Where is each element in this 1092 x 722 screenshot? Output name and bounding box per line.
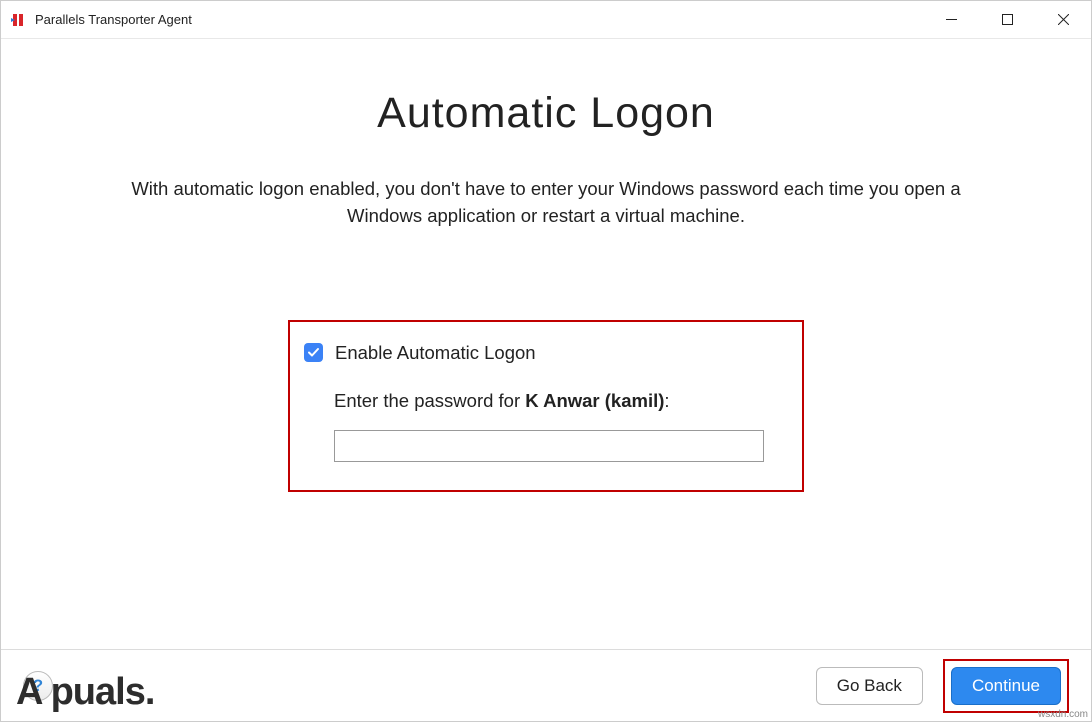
titlebar-left: Parallels Transporter Agent	[11, 12, 192, 28]
brand-watermark: A puals.	[16, 671, 154, 714]
password-prompt-user: K Anwar (kamil)	[525, 390, 664, 411]
password-input[interactable]	[334, 430, 764, 462]
window-controls	[923, 1, 1091, 38]
app-window: Parallels Transporter Agent Automatic Lo…	[0, 0, 1092, 722]
footer-right: Go Back Continue	[816, 659, 1069, 713]
checkbox-row: Enable Automatic Logon	[304, 342, 788, 364]
maximize-button[interactable]	[979, 1, 1035, 38]
app-icon	[11, 12, 27, 28]
continue-button[interactable]: Continue	[951, 667, 1061, 705]
site-watermark: wsxdn.com	[1038, 709, 1088, 720]
password-prompt-prefix: Enter the password for	[334, 390, 525, 411]
page-title: Automatic Logon	[377, 89, 715, 138]
logon-form-highlight: Enable Automatic Logon Enter the passwor…	[288, 320, 804, 492]
enable-autologon-checkbox[interactable]	[304, 343, 323, 362]
content-area: Automatic Logon With automatic logon ena…	[1, 39, 1091, 649]
go-back-button[interactable]: Go Back	[816, 667, 923, 705]
enable-autologon-label: Enable Automatic Logon	[335, 342, 536, 364]
titlebar: Parallels Transporter Agent	[1, 1, 1091, 39]
minimize-button[interactable]	[923, 1, 979, 38]
window-title: Parallels Transporter Agent	[35, 12, 192, 27]
password-prompt: Enter the password for K Anwar (kamil):	[334, 390, 788, 412]
close-button[interactable]	[1035, 1, 1091, 38]
footer: ? Go Back Continue	[1, 649, 1091, 721]
continue-highlight: Continue	[943, 659, 1069, 713]
page-description: With automatic logon enabled, you don't …	[96, 176, 996, 230]
password-prompt-suffix: :	[664, 390, 669, 411]
